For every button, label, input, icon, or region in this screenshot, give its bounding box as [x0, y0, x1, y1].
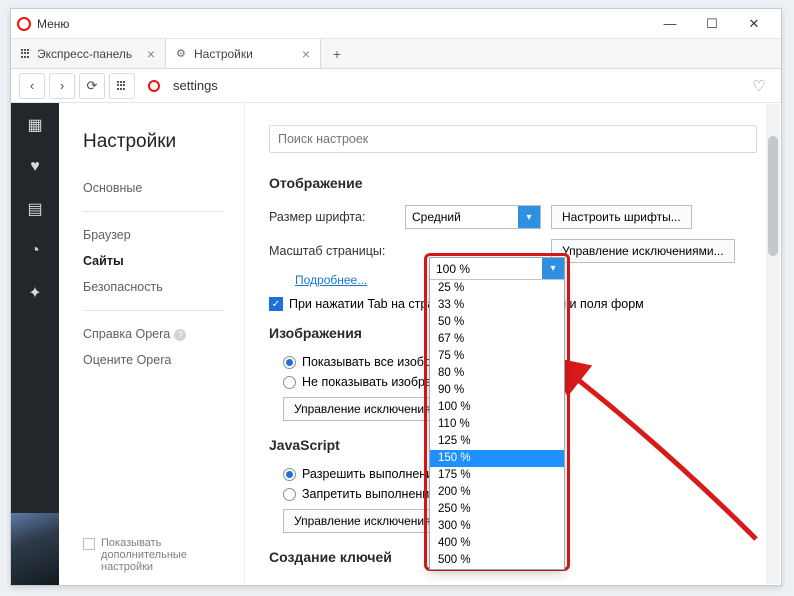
- window: Меню — ☐ ✕ Экспресс-панель × Настройки ×…: [10, 8, 782, 586]
- zoom-option[interactable]: 75 %: [430, 348, 564, 365]
- radio-off-icon: [283, 488, 296, 501]
- reload-button[interactable]: ⟳: [79, 73, 105, 99]
- close-tab-icon[interactable]: ×: [302, 46, 310, 62]
- zoom-option[interactable]: 250 %: [430, 501, 564, 518]
- rail-history-icon[interactable]: ◔: [25, 241, 45, 261]
- rail-bookmarks-icon[interactable]: ♥: [25, 157, 45, 177]
- rail-wallpaper: [11, 513, 59, 585]
- address-bar: ‹ › ⟳ ♡: [11, 69, 781, 103]
- titlebar: Меню — ☐ ✕: [11, 9, 781, 39]
- radio-off-icon: [283, 376, 296, 389]
- back-button[interactable]: ‹: [19, 73, 45, 99]
- rail-news-icon[interactable]: ▤: [25, 199, 45, 219]
- font-size-label: Размер шрифта:: [269, 210, 405, 224]
- sidebar-item-help[interactable]: Справка Opera?: [83, 321, 224, 347]
- zoom-option[interactable]: 125 %: [430, 433, 564, 450]
- settings-sidebar: Настройки Основные Браузер Сайты Безопас…: [59, 103, 245, 585]
- sidebar-item-sites[interactable]: Сайты: [83, 248, 224, 274]
- zoom-option[interactable]: 300 %: [430, 518, 564, 535]
- manage-exceptions-button[interactable]: Управление исключениями...: [551, 239, 735, 263]
- page-scale-label: Масштаб страницы:: [269, 244, 405, 258]
- minimize-button[interactable]: —: [649, 10, 691, 38]
- zoom-option[interactable]: 67 %: [430, 331, 564, 348]
- rail-extensions-icon[interactable]: ✦: [25, 283, 45, 303]
- sidebar-item-rate[interactable]: Оцените Opera: [83, 347, 224, 373]
- radio-on-icon: [283, 468, 296, 481]
- page-scale-dropdown[interactable]: 100 % ▾ 25 %33 %50 %67 %75 %80 %90 %100 …: [429, 257, 565, 570]
- zoom-option[interactable]: 500 %: [430, 552, 564, 569]
- search-input[interactable]: [269, 125, 757, 153]
- zoom-option[interactable]: 150 %: [430, 450, 564, 467]
- chevron-down-icon: ▾: [542, 258, 564, 279]
- zoom-option[interactable]: 200 %: [430, 484, 564, 501]
- zoom-option[interactable]: 100 %: [430, 399, 564, 416]
- zoom-option[interactable]: 110 %: [430, 416, 564, 433]
- opera-logo-icon: [17, 17, 31, 31]
- configure-fonts-button[interactable]: Настроить шрифты...: [551, 205, 692, 229]
- checkbox-icon: [83, 538, 95, 550]
- scrollbar-track[interactable]: [766, 104, 780, 584]
- zoom-option[interactable]: 175 %: [430, 467, 564, 484]
- chevron-down-icon: ▾: [518, 206, 540, 228]
- gear-icon: [176, 48, 188, 60]
- zoom-option[interactable]: 80 %: [430, 365, 564, 382]
- sidebar-item-browser[interactable]: Браузер: [83, 222, 224, 248]
- zoom-option[interactable]: 50 %: [430, 314, 564, 331]
- zoom-option[interactable]: 33 %: [430, 297, 564, 314]
- tab-label: Экспресс-панель: [37, 47, 132, 61]
- scrollbar-thumb[interactable]: [768, 136, 778, 256]
- tab-settings[interactable]: Настройки ×: [166, 39, 321, 68]
- close-button[interactable]: ✕: [733, 10, 775, 38]
- new-tab-button[interactable]: +: [321, 39, 353, 68]
- sidebar-item-basic[interactable]: Основные: [83, 175, 224, 201]
- bookmark-button[interactable]: ♡: [745, 72, 773, 100]
- site-icon: [143, 75, 165, 97]
- tab-bar: Экспресс-панель × Настройки × +: [11, 39, 781, 69]
- rail-speed-dial-icon[interactable]: ▦: [25, 115, 45, 135]
- zoom-option[interactable]: 90 %: [430, 382, 564, 399]
- address-input[interactable]: [169, 74, 741, 98]
- speed-dial-button[interactable]: [109, 73, 135, 99]
- page-title: Настройки: [83, 131, 224, 153]
- radio-on-icon: [283, 356, 296, 369]
- menu-button[interactable]: Меню: [37, 17, 69, 31]
- close-tab-icon[interactable]: ×: [147, 46, 155, 62]
- speed-dial-icon: [21, 49, 31, 59]
- workarea: ▦ ♥ ▤ ◔ ✦ Настройки Основные Браузер Сай…: [11, 103, 781, 585]
- more-link[interactable]: Подробнее...: [295, 273, 367, 287]
- tab-speed-dial[interactable]: Экспресс-панель ×: [11, 39, 166, 68]
- zoom-option[interactable]: 400 %: [430, 535, 564, 552]
- page-scale-select[interactable]: 100 % ▾: [430, 258, 564, 280]
- section-display: Отображение: [269, 175, 757, 191]
- zoom-option[interactable]: 25 %: [430, 280, 564, 297]
- sidebar-item-security[interactable]: Безопасность: [83, 274, 224, 300]
- show-advanced-checkbox[interactable]: Показывать дополнительные настройки: [83, 537, 224, 573]
- help-icon: ?: [174, 329, 186, 341]
- maximize-button[interactable]: ☐: [691, 10, 733, 38]
- left-rail: ▦ ♥ ▤ ◔ ✦: [11, 103, 59, 585]
- font-size-select[interactable]: Средний ▾: [405, 205, 541, 229]
- tab-label: Настройки: [194, 47, 253, 61]
- checkbox-checked-icon: ✓: [269, 297, 283, 311]
- forward-button[interactable]: ›: [49, 73, 75, 99]
